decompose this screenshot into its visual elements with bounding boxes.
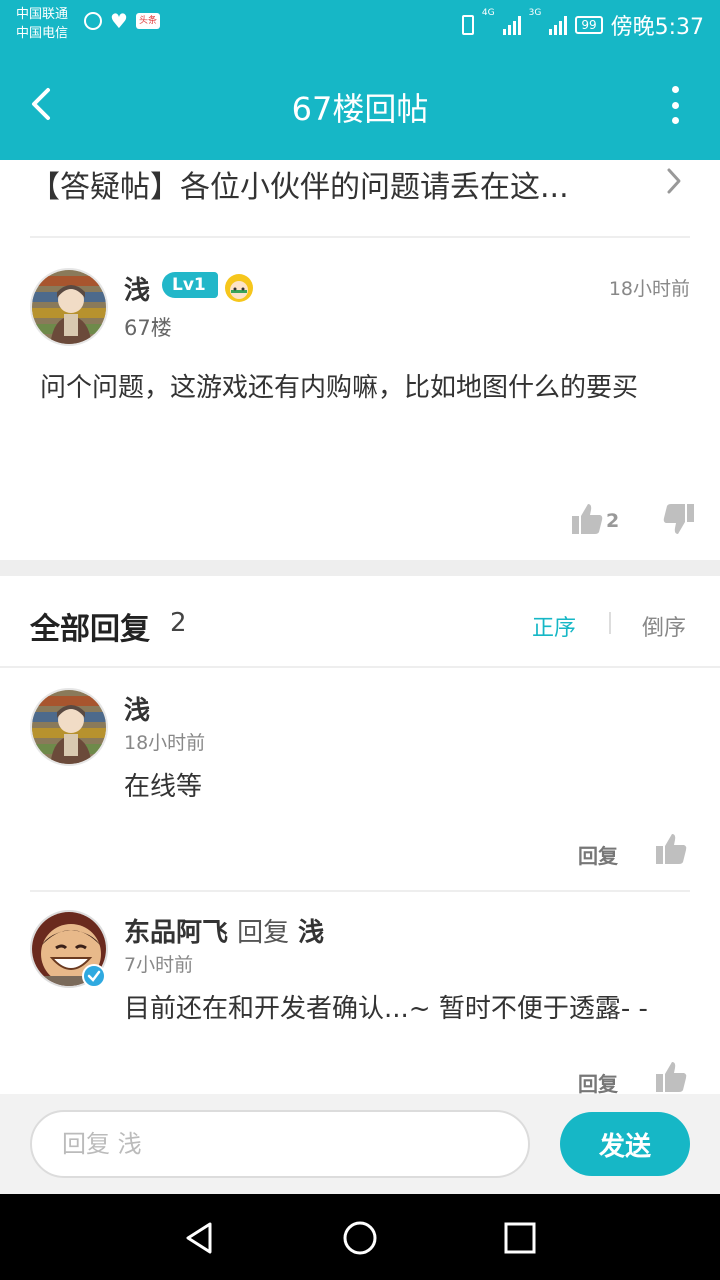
- network-type-1: 4G: [481, 8, 495, 18]
- thread-title: 【答疑帖】各位小伙伴的问题请丢在这...: [30, 170, 569, 205]
- vibrate-icon: [461, 15, 474, 35]
- like-count: 2: [606, 510, 620, 532]
- news-app-icon: 头条: [135, 13, 160, 29]
- signal-icon-1: [502, 15, 521, 35]
- system-nav-bar: [0, 1194, 720, 1280]
- signal-icon-2: [549, 15, 568, 35]
- sort-divider: [609, 612, 611, 634]
- reply-author[interactable]: 浅: [124, 690, 150, 727]
- section-divider: [0, 560, 720, 576]
- reply-input[interactable]: [30, 1110, 530, 1178]
- stopwatch-icon: [84, 12, 102, 30]
- thumbs-up-icon[interactable]: [570, 502, 604, 536]
- post-content: 问个问题，这游戏还有内购嘛，比如地图什么的要买: [40, 373, 639, 403]
- avatar[interactable]: [30, 688, 108, 766]
- main-post: 浅 Lv1 18小时前 67楼 问个问题，这游戏还有内购嘛，比如地图什么的要买 …: [0, 240, 720, 560]
- clock: 傍晚5:37: [610, 15, 704, 40]
- system-status: 4G 3G 99 傍晚5:37: [461, 8, 704, 41]
- reply-author[interactable]: 东品阿飞: [124, 918, 228, 948]
- thread-link[interactable]: 【答疑帖】各位小伙伴的问题请丢在这...: [30, 160, 690, 238]
- more-vertical-icon: [671, 86, 679, 93]
- carrier-info: 中国联通 中国电信: [16, 5, 68, 43]
- home-circle-icon[interactable]: [338, 1216, 382, 1260]
- status-bar: 中国联通 中国电信 ♥ 头条 4G 3G 99 傍晚5:37: [0, 0, 720, 50]
- network-type-2: 3G: [528, 8, 542, 18]
- more-menu-button[interactable]: [670, 86, 680, 124]
- recent-apps-square-icon[interactable]: [498, 1216, 542, 1260]
- sort-descending-button[interactable]: 倒序: [642, 610, 686, 642]
- reply-target[interactable]: 浅: [298, 918, 324, 948]
- reply-item: 东品阿飞 回复 浅 7小时前 目前还在和开发者确认...~ 暂时不便于透露- -…: [0, 892, 720, 1102]
- carrier-1: 中国联通: [16, 7, 69, 22]
- back-triangle-icon[interactable]: [178, 1216, 222, 1260]
- reply-button[interactable]: 回复: [578, 840, 618, 869]
- thumbs-up-icon[interactable]: [654, 832, 688, 866]
- chevron-right-icon: [667, 168, 681, 194]
- app-header: 67楼回帖: [0, 50, 720, 160]
- notification-icons: ♥ 头条: [84, 9, 160, 33]
- verified-badge-icon: [82, 964, 106, 988]
- thumbs-up-icon[interactable]: [654, 1060, 688, 1094]
- reply-button[interactable]: 回复: [578, 1068, 618, 1097]
- replies-title: 全部回复: [30, 612, 150, 647]
- reply-time: 7小时前: [124, 954, 194, 976]
- reply-author-line: 东品阿飞 回复 浅: [124, 912, 324, 949]
- replies-header: 全部回复 2 正序 倒序: [0, 576, 720, 668]
- post-time: 18小时前: [608, 278, 690, 300]
- reply-input-bar: 发送: [0, 1094, 720, 1194]
- reply-content: 目前还在和开发者确认...~ 暂时不便于透露- -: [124, 994, 648, 1024]
- reply-item: 浅 18小时前 在线等 回复: [0, 670, 720, 892]
- floor-number: 67楼: [124, 316, 172, 340]
- health-heart-icon: ♥: [110, 9, 128, 33]
- avatar[interactable]: [30, 268, 108, 346]
- page-title: 67楼回帖: [291, 90, 429, 128]
- avatar-badge-icon: [225, 274, 253, 302]
- reply-content: 在线等: [124, 772, 203, 802]
- sort-ascending-button[interactable]: 正序: [532, 610, 576, 642]
- post-author[interactable]: 浅: [124, 270, 150, 307]
- level-badge: Lv1: [162, 272, 218, 298]
- thumbs-down-icon[interactable]: [662, 502, 696, 536]
- send-button[interactable]: 发送: [560, 1112, 690, 1176]
- reply-verb: 回复: [237, 918, 290, 948]
- battery-icon: 99: [575, 16, 603, 34]
- replies-count: 2: [170, 608, 187, 638]
- carrier-2: 中国电信: [16, 26, 69, 41]
- reply-time: 18小时前: [124, 732, 206, 754]
